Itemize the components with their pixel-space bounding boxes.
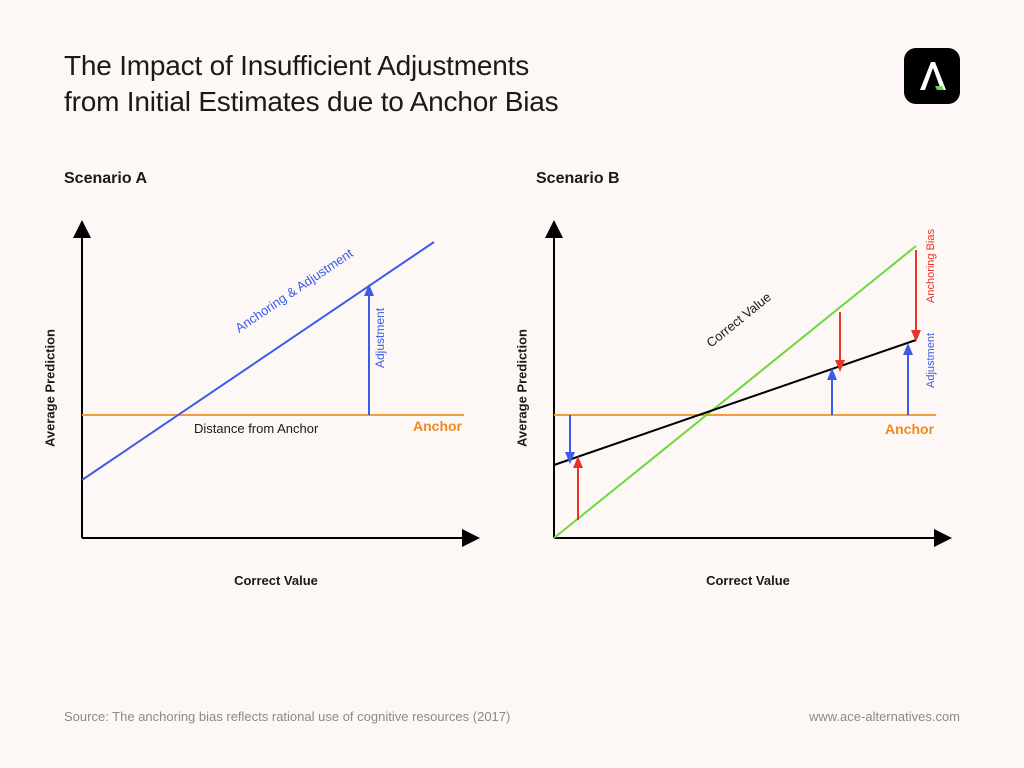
page-title: The Impact of Insufficient Adjustments f… — [64, 48, 558, 121]
distance-label: Distance from Anchor — [194, 421, 319, 436]
y-axis-label-b: Average Prediction — [515, 329, 530, 447]
title-line-1: The Impact of Insufficient Adjustments — [64, 50, 529, 81]
x-axis-label-a: Correct Value — [234, 573, 318, 588]
anchor-label: Anchor — [413, 418, 463, 434]
bias-label: Anchoring Bias — [925, 229, 937, 303]
prediction-line — [554, 340, 916, 465]
scenario-b-label: Scenario B — [536, 170, 960, 188]
scenario-a-label: Scenario A — [64, 170, 488, 188]
brand-logo — [904, 48, 960, 104]
logo-icon — [912, 56, 952, 96]
plot-svg-b: Anchor Correct Value — [536, 218, 956, 558]
anchoring-adjustment-label: Anchoring & Adjustment — [232, 245, 356, 335]
anchor-label: Anchor — [885, 421, 935, 437]
website-url: www.ace-alternatives.com — [809, 709, 960, 724]
adjustment-arrowhead — [364, 284, 374, 296]
chart-scenario-b: Scenario B Average Prediction Correct Va… — [536, 170, 960, 558]
correct-value-label: Correct Value — [703, 289, 773, 350]
title-line-2: from Initial Estimates due to Anchor Bia… — [64, 86, 558, 117]
y-axis-label-a: Average Prediction — [43, 329, 58, 447]
adjustment-label: Adjustment — [373, 307, 387, 368]
adjustment-label: Adjustment — [925, 333, 937, 388]
correct-value-line — [554, 246, 916, 538]
chart-scenario-a: Scenario A Average Prediction Correct Va… — [64, 170, 488, 558]
plot-svg-a: Anchor Anchoring & Adjustment Adjustment… — [64, 218, 484, 558]
x-axis-label-b: Correct Value — [706, 573, 790, 588]
source-citation: Source: The anchoring bias reflects rati… — [64, 709, 510, 724]
